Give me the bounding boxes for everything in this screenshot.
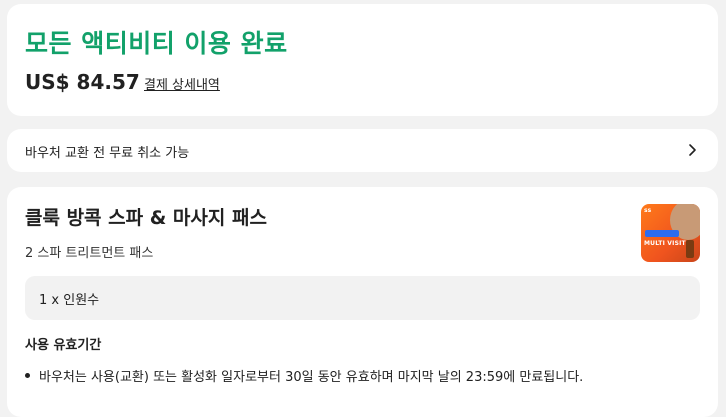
- validity-list-item: 바우처는 사용(교환) 또는 활성화 일자로부터 30일 동안 유효하며 마지막…: [25, 366, 583, 385]
- payment-details-link[interactable]: 결제 상세내역: [144, 74, 220, 93]
- chevron-right-icon: [689, 144, 696, 156]
- product-thumbnail[interactable]: ss MULTI VISIT: [641, 204, 700, 262]
- cancellation-policy-row[interactable]: 바우처 교환 전 무료 취소 가능: [7, 129, 718, 172]
- summary-card: 모든 액티비티 이용 완료 US$ 84.57 결제 상세내역: [7, 4, 718, 116]
- thumbnail-text: MULTI VISIT: [644, 240, 686, 247]
- product-package: 2 스파 트리트먼트 패스: [25, 246, 154, 261]
- quantity-box: 1 x 인원수: [25, 276, 700, 320]
- total-price: US$ 84.57: [25, 70, 140, 94]
- validity-heading: 사용 유효기간: [25, 338, 102, 353]
- thumbnail-discount-band: [645, 230, 679, 237]
- quantity-text: 1 x 인원수: [39, 293, 100, 308]
- thumbnail-tag: ss: [644, 207, 652, 214]
- validity-text: 바우처는 사용(교환) 또는 활성화 일자로부터 30일 동안 유효하며 마지막…: [39, 370, 584, 385]
- thumbnail-bottle-image: [686, 240, 694, 258]
- status-title: 모든 액티비티 이용 완료: [25, 29, 288, 58]
- product-card: 클룩 방콕 스파 & 마사지 패스 2 스파 트리트먼트 패스 ss MULTI…: [7, 187, 718, 417]
- bullet-icon: [25, 373, 30, 378]
- product-title: 클룩 방콕 스파 & 마사지 패스: [25, 207, 267, 229]
- cancellation-text: 바우처 교환 전 무료 취소 가능: [25, 146, 190, 161]
